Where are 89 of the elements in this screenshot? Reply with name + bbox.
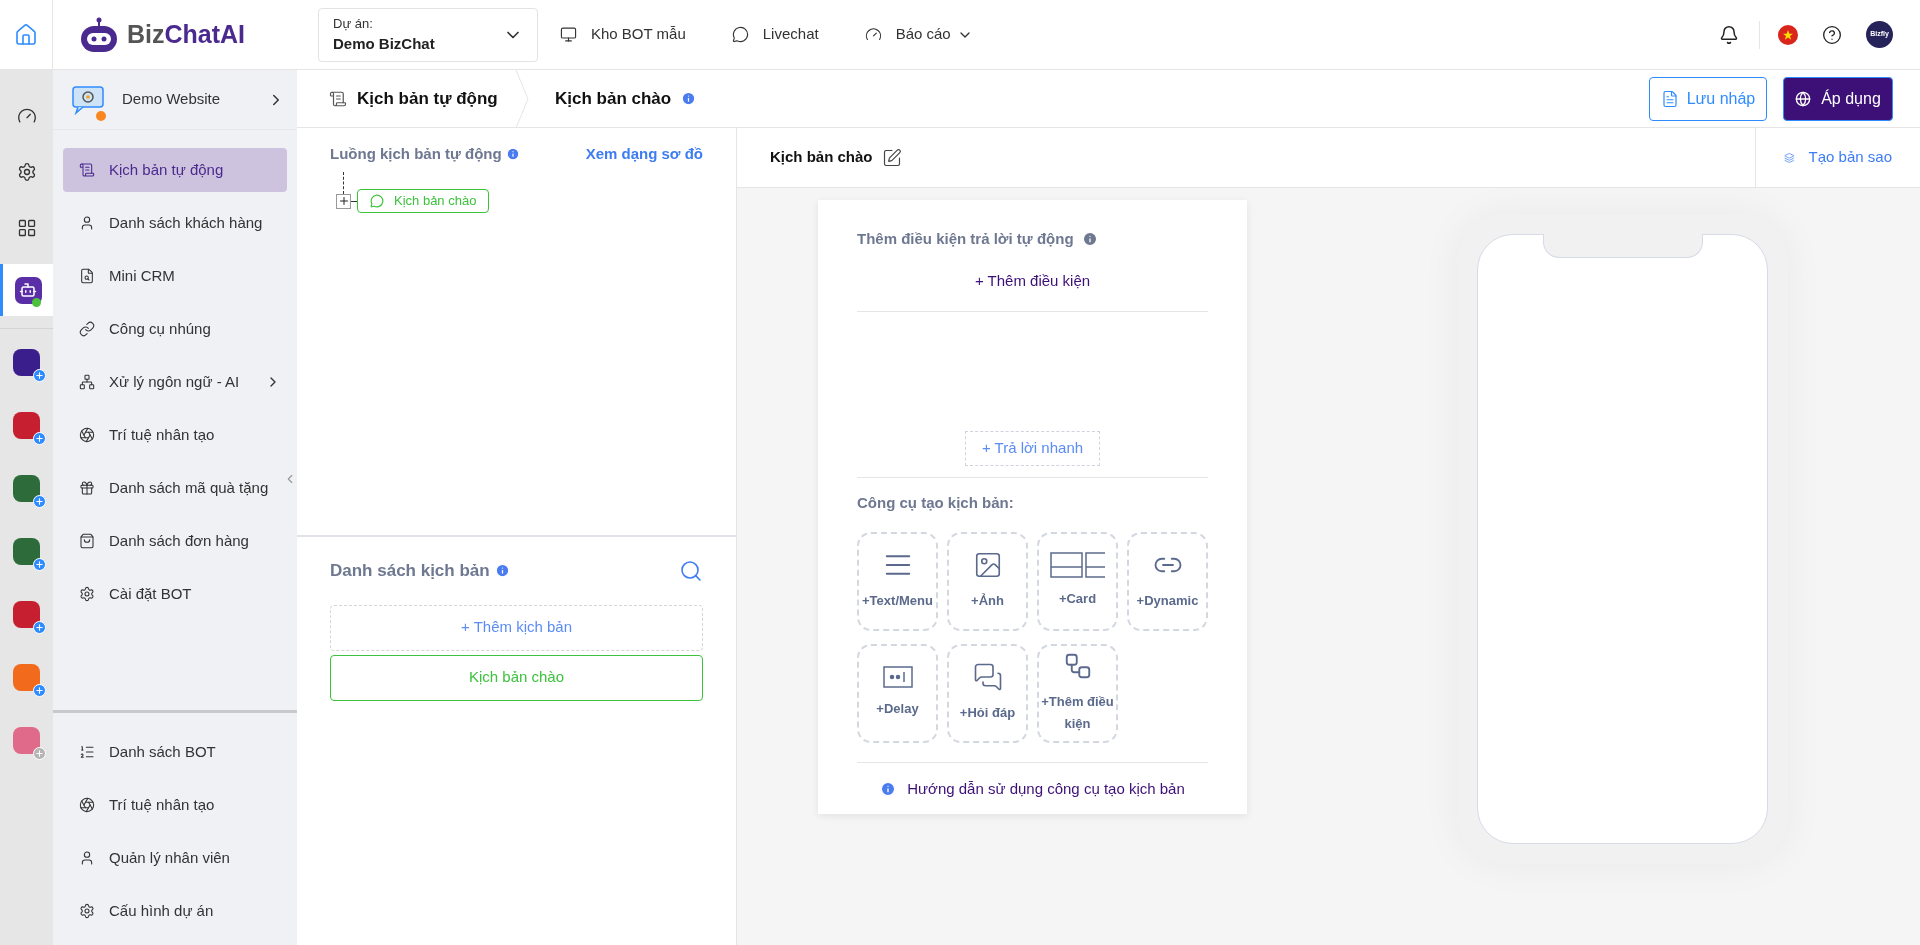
nav-link[interactable]: Livechat xyxy=(731,23,819,46)
messenger-icon xyxy=(370,193,384,208)
app-icon[interactable] xyxy=(13,601,40,628)
add-badge[interactable] xyxy=(33,621,46,634)
add-badge[interactable] xyxy=(33,558,46,571)
add-badge[interactable] xyxy=(33,432,46,445)
sidebar-item[interactable]: Cấu hình dự án xyxy=(63,889,287,933)
sidebar-item[interactable]: Cài đặt BOT xyxy=(63,572,287,616)
menu-icon xyxy=(79,480,95,496)
search-icon[interactable] xyxy=(679,558,703,583)
edit-icon[interactable] xyxy=(881,147,902,168)
bot-app-icon xyxy=(14,276,42,304)
menu-icon xyxy=(79,215,95,231)
document-icon xyxy=(1660,89,1679,108)
menu-icon xyxy=(79,268,95,284)
menu-icon xyxy=(79,744,95,760)
app-icon[interactable] xyxy=(13,538,40,565)
robot-logo-icon xyxy=(79,16,119,53)
sidebar-item[interactable]: Trí tuệ nhân tạo xyxy=(63,413,287,457)
tool-tile[interactable]: +Hỏi đáp xyxy=(947,643,1028,743)
diagram-view-link[interactable]: Xem dạng sơ đồ xyxy=(585,143,703,166)
tool-tile[interactable]: +Card xyxy=(1037,531,1118,631)
sidebar-item[interactable]: Danh sách mã quà tặng xyxy=(63,466,287,510)
gauge-icon xyxy=(864,26,882,43)
sidebar-item[interactable]: Kịch bản tự động xyxy=(63,148,287,192)
menu-icon xyxy=(79,374,95,390)
menu-icon xyxy=(79,903,95,919)
sidebar-item[interactable]: Danh sách đơn hàng xyxy=(63,519,287,563)
expand-icon[interactable] xyxy=(336,193,351,209)
vietnam-flag-icon[interactable] xyxy=(1778,24,1798,45)
sidebar-item[interactable]: Danh sách khách hàng xyxy=(63,201,287,245)
add-badge[interactable] xyxy=(33,369,46,382)
logo-text: BizChatAI xyxy=(127,18,246,50)
section-title: Danh sách kịch bản xyxy=(330,560,490,582)
bell-icon[interactable] xyxy=(1719,24,1739,45)
app-icon[interactable] xyxy=(13,412,40,439)
nav-link[interactable]: Báo cáo xyxy=(864,23,973,46)
menu-icon xyxy=(79,162,95,178)
sidebar-item[interactable]: Trí tuệ nhân tạo xyxy=(63,783,287,827)
delay-icon xyxy=(882,666,913,688)
tool-tile[interactable]: +Delay xyxy=(857,643,938,743)
guide-link[interactable]: Hướng dẫn sử dụng công cụ tạo kịch bản xyxy=(907,777,1185,800)
sidebar-item[interactable]: Công cụ nhúng xyxy=(63,307,287,351)
breadcrumb-link[interactable]: Kịch bản tự động xyxy=(357,85,498,112)
breadcrumb-current: Kịch bản chào xyxy=(555,87,672,110)
globe-icon xyxy=(1795,90,1812,107)
sidebar-item[interactable]: Quản lý nhân viên xyxy=(63,836,287,880)
section-title: Công cụ tạo kịch bản: xyxy=(857,493,1015,513)
menu-icon xyxy=(79,586,95,602)
document-icon xyxy=(329,89,347,108)
website-chat-icon xyxy=(72,84,104,115)
add-badge[interactable] xyxy=(33,495,46,508)
info-icon xyxy=(494,563,510,579)
tool-tile[interactable]: +Ảnh xyxy=(947,531,1028,631)
monitor-icon xyxy=(560,26,577,43)
nav-link[interactable]: Kho BOT mẫu xyxy=(560,23,686,46)
sidebar-item[interactable]: Xử lý ngôn ngữ - AI xyxy=(63,360,287,404)
sidebar-item[interactable]: Mini CRM xyxy=(63,254,287,298)
chat-bubble-icon xyxy=(731,26,749,43)
tool-tile[interactable]: +Thêm điều kiện xyxy=(1037,643,1118,743)
help-icon[interactable] xyxy=(1822,24,1842,45)
menu-icon xyxy=(79,321,95,337)
menu-icon xyxy=(79,850,95,866)
script-title: Kịch bản chào xyxy=(770,147,873,168)
apply-button[interactable]: Áp dụng xyxy=(1783,76,1893,121)
project-selector[interactable]: Dự án: Demo BizChat xyxy=(318,7,538,62)
add-condition-button[interactable]: + Thêm điều kiện xyxy=(974,269,1091,292)
tool-tile[interactable]: +Text/Menu xyxy=(857,531,938,631)
info-icon xyxy=(880,780,897,797)
chat-bubbles-icon xyxy=(972,662,1003,692)
menu-icon xyxy=(79,427,95,443)
project-name: Demo Website xyxy=(122,89,221,110)
sidebar-item[interactable]: Danh sách BOT xyxy=(63,730,287,774)
tool-tile[interactable]: +Dynamic xyxy=(1127,531,1208,631)
app-icon[interactable] xyxy=(13,475,40,502)
menu-icon xyxy=(79,533,95,549)
home-icon[interactable] xyxy=(14,22,38,47)
menu-icon xyxy=(79,797,95,813)
card-icon xyxy=(1049,552,1106,578)
info-icon xyxy=(1081,231,1098,248)
duplicate-link[interactable]: Tạo bản sao xyxy=(1808,146,1892,169)
info-icon xyxy=(505,147,520,162)
section-title: Thêm điều kiện trả lời tự động xyxy=(857,229,1074,249)
grid-icon xyxy=(16,218,37,238)
info-icon xyxy=(681,91,697,106)
settings-icon xyxy=(16,162,37,182)
section-title: Luồng kịch bản tự động xyxy=(330,144,502,164)
rail-app[interactable] xyxy=(0,264,53,316)
app-icon[interactable] xyxy=(13,349,40,376)
